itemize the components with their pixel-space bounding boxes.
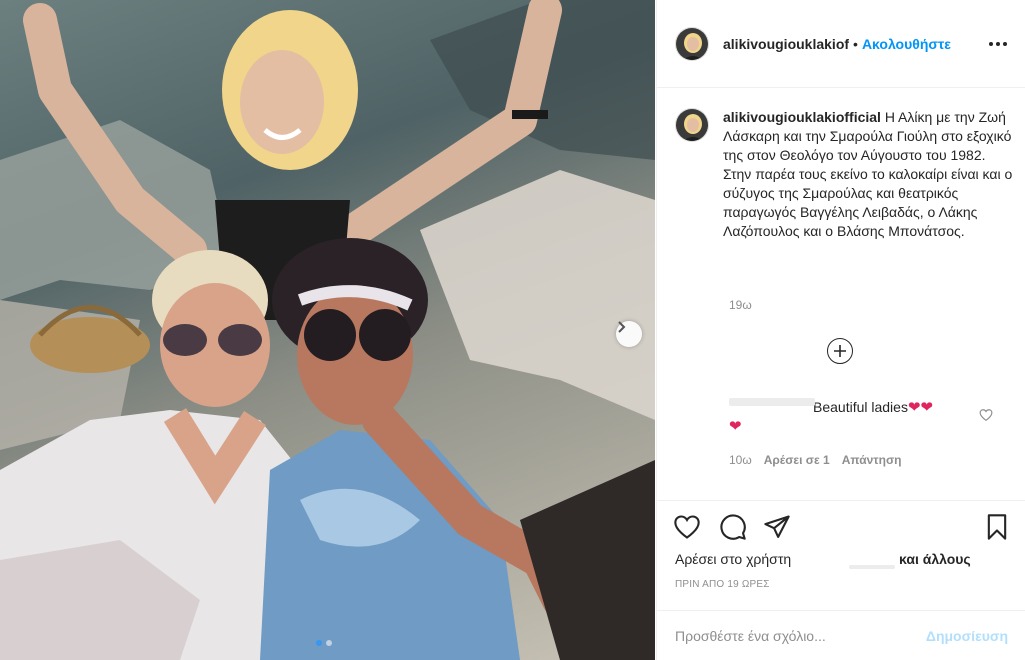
carousel-dot-active: [316, 640, 322, 646]
comment-emoji-2: ❤: [729, 418, 742, 435]
post-side-panel: alikivougiouklakiof • Ακολουθήστε alikiv…: [656, 0, 1025, 660]
caption-username[interactable]: alikivougiouklakiofficial: [723, 109, 881, 125]
photo-illustration: [0, 0, 655, 660]
comment-time[interactable]: 10ω: [729, 453, 752, 467]
post-photo[interactable]: [0, 0, 655, 660]
avatar[interactable]: [675, 26, 709, 61]
post-actions: Αρέσει στο χρήστη και άλλους ΠΡΙΝ ΑΠΟ 19…: [657, 500, 1025, 610]
comment-like-heart-icon[interactable]: [979, 408, 993, 422]
comment-likes[interactable]: Αρέσει σε 1: [764, 453, 830, 467]
comment-text: Beautiful ladies: [813, 399, 908, 415]
comment-reply-button[interactable]: Απάντηση: [842, 453, 902, 467]
carousel-dot: [326, 640, 332, 646]
comment-input[interactable]: [675, 627, 926, 644]
comment-username-obscured[interactable]: [729, 398, 815, 406]
carousel-next-button[interactable]: [616, 321, 642, 347]
comment-icon[interactable]: [719, 513, 747, 541]
liked-by-prefix: Αρέσει στο χρήστη: [675, 551, 792, 567]
comment-emoji: ❤❤: [907, 399, 934, 416]
liked-by-others-link[interactable]: και άλλους: [899, 551, 971, 567]
avatar-image: [676, 109, 708, 141]
header-separator: •: [853, 35, 858, 52]
chevron-right-icon: [618, 321, 626, 333]
comment-meta: 10ω Αρέσει σε 1 Απάντηση: [729, 453, 902, 467]
caption-time[interactable]: 19ω: [729, 298, 752, 312]
caption-text: Η Αλίκη με την Ζωή Λάσκαρη και την Σμαρο…: [723, 109, 1013, 239]
comment-body-line2: ❤: [729, 417, 997, 436]
share-icon[interactable]: [763, 513, 791, 541]
post-header: alikivougiouklakiof • Ακολουθήστε: [657, 0, 1025, 88]
add-circle-icon: [834, 345, 846, 357]
header-username[interactable]: alikivougiouklakiof: [723, 36, 849, 52]
more-icon[interactable]: [989, 36, 1007, 52]
add-comment-bar: Δημοσίευση: [657, 610, 1025, 660]
caption-avatar[interactable]: [675, 108, 709, 142]
comment: Beautiful ladies❤❤ ❤: [729, 398, 997, 436]
publish-button[interactable]: Δημοσίευση: [926, 628, 1008, 644]
load-more-comments-button[interactable]: [827, 338, 853, 364]
caption-text-block: alikivougiouklakiofficial Η Αλίκη με την…: [723, 108, 1015, 241]
post-caption: alikivougiouklakiofficial Η Αλίκη με την…: [675, 108, 1015, 241]
bookmark-icon[interactable]: [983, 513, 1011, 541]
liked-by-username-obscured[interactable]: [849, 565, 895, 569]
heart-icon[interactable]: [673, 513, 701, 541]
carousel-indicator: [316, 640, 332, 646]
follow-button[interactable]: Ακολουθήστε: [862, 36, 951, 52]
post-timestamp[interactable]: ΠΡΙΝ ΑΠΟ 19 ΩΡΕΣ: [675, 579, 770, 590]
avatar-image: [676, 27, 708, 60]
liked-by: Αρέσει στο χρήστη και άλλους: [675, 551, 971, 569]
